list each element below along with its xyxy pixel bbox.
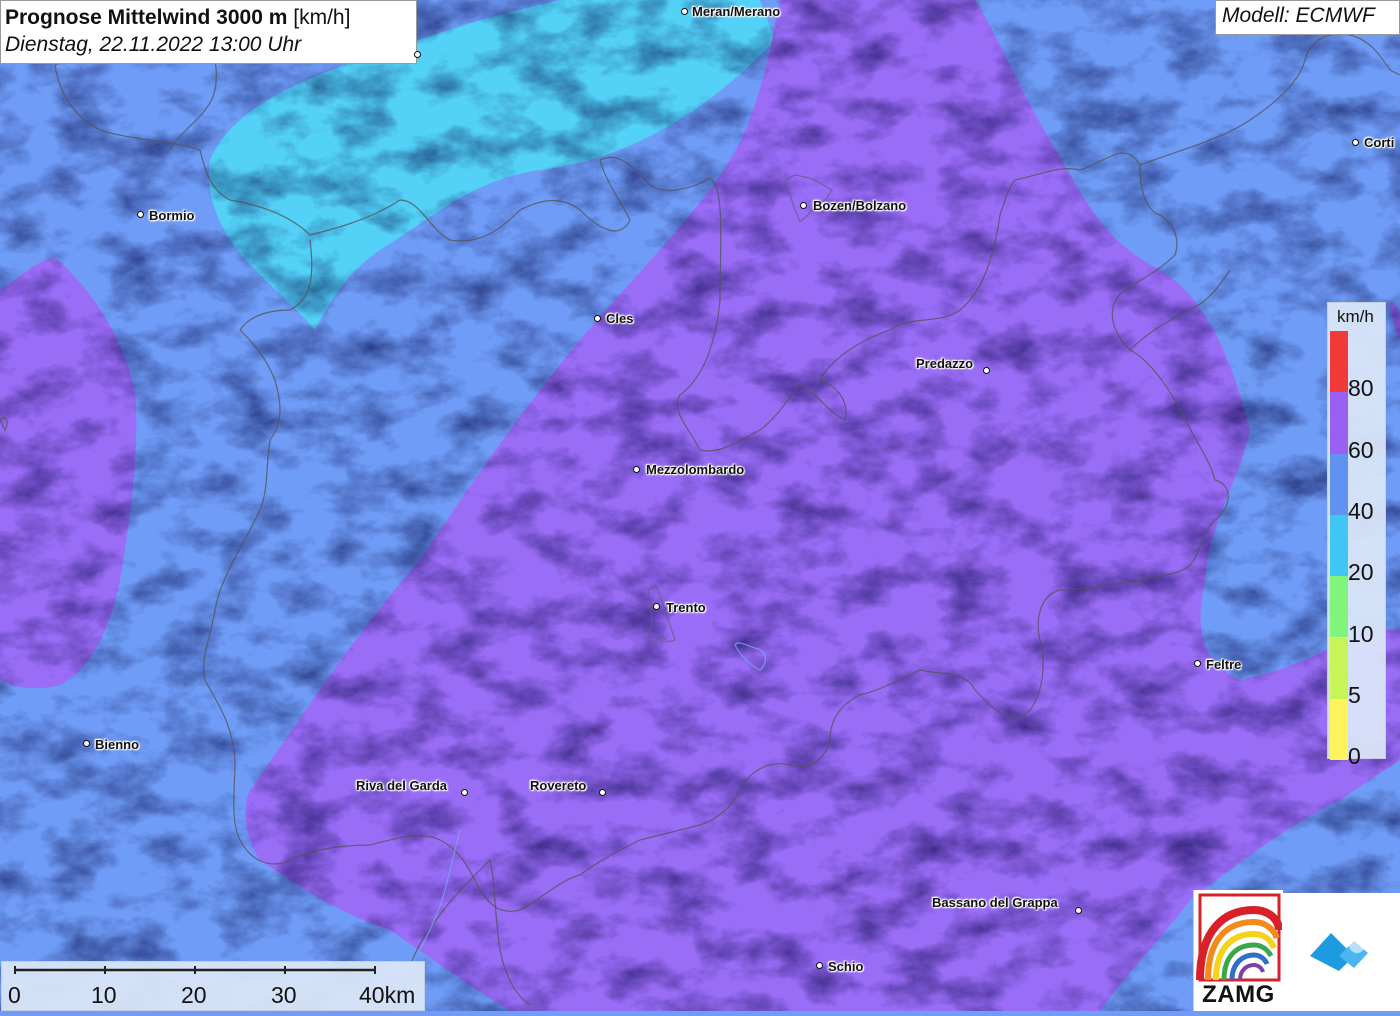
zamg-wordmark: ZAMG	[1202, 981, 1275, 1008]
forecast-datetime: Dienstag, 22.11.2022 13:00 Uhr	[5, 33, 302, 56]
legend-swatch-2	[1330, 453, 1348, 515]
zamg-logo: ZAMG	[1193, 890, 1283, 1011]
city-dot-mezzolombardo	[633, 466, 640, 473]
legend-swatch-3	[1330, 514, 1348, 577]
legend-swatch-1	[1330, 392, 1348, 454]
zamg-rainbow-icon	[1196, 893, 1283, 982]
city-label-predazzo: Predazzo	[916, 356, 974, 371]
scale-label-30: 30	[271, 982, 297, 1008]
legend-swatch-6	[1330, 698, 1348, 761]
city-label-cortina: Corti	[1364, 135, 1395, 150]
city-dot-bormio	[137, 211, 144, 218]
title-unit: [km/h]	[293, 6, 351, 29]
model-label: Modell: ECMWF	[1215, 0, 1400, 35]
scale-label-10: 10	[91, 982, 117, 1008]
scale-label-20: 20	[181, 982, 207, 1008]
city-label-bienno: Bienno	[95, 737, 140, 752]
city-label-bozen: Bozen/Bolzano	[813, 198, 907, 213]
geosphere-logo	[1282, 893, 1400, 1011]
scale-label-0: 0	[8, 982, 21, 1008]
title-main: Prognose Mittelwind 3000 m	[5, 6, 288, 29]
legend: km/h 80 60 40 20 10 5 0	[1327, 302, 1386, 768]
city-dot-bassano	[1075, 907, 1082, 914]
legend-tick-20: 20	[1348, 559, 1374, 586]
city-dot-bienno	[83, 740, 90, 747]
city-label-rovereto: Rovereto	[530, 778, 587, 793]
city-label-mezzolombardo: Mezzolombardo	[646, 462, 745, 477]
scale-label-40: 40km	[359, 982, 416, 1008]
city-dot-riva	[461, 789, 468, 796]
city-label-trento: Trento	[666, 600, 706, 615]
city-dot-bozen	[800, 202, 807, 209]
city-label-riva: Riva del Garda	[356, 778, 448, 793]
city-dot-rovereto	[599, 789, 606, 796]
page-title: Prognose Mittelwind 3000 m [km/h]	[5, 4, 412, 31]
legend-unit: km/h	[1337, 307, 1374, 326]
city-label-bormio: Bormio	[149, 208, 195, 223]
city-dot-feltre	[1194, 660, 1201, 667]
city-dot-trento	[653, 603, 660, 610]
city-dot-title-corner	[414, 51, 421, 58]
geosphere-icon	[1310, 933, 1368, 971]
scale-bar: 0 10 20 30 40km	[1, 961, 425, 1011]
city-label-schio: Schio	[828, 959, 864, 974]
legend-swatch-0	[1330, 331, 1348, 393]
city-dot-schio	[816, 962, 823, 969]
city-label-feltre: Feltre	[1206, 657, 1242, 672]
city-label-bassano: Bassano del Grappa	[932, 895, 1058, 910]
city-label-meran: Meran/Merano	[692, 4, 781, 19]
city-dot-predazzo	[983, 367, 990, 374]
legend-tick-5: 5	[1348, 681, 1361, 708]
legend-tick-60: 60	[1348, 436, 1374, 463]
wind-map	[0, 0, 1400, 1011]
legend-tick-80: 80	[1348, 375, 1374, 402]
title-box: Prognose Mittelwind 3000 m [km/h] Dienst…	[0, 0, 417, 64]
legend-tick-10: 10	[1348, 620, 1374, 647]
city-dot-meran	[681, 8, 688, 15]
city-dot-cles	[594, 315, 601, 322]
legend-tick-40: 40	[1348, 497, 1374, 524]
legend-swatch-4	[1330, 576, 1348, 638]
city-dot-cortina	[1352, 139, 1359, 146]
city-label-cles: Cles	[606, 311, 634, 326]
legend-tick-0: 0	[1348, 743, 1361, 770]
legend-swatch-5	[1330, 637, 1348, 699]
